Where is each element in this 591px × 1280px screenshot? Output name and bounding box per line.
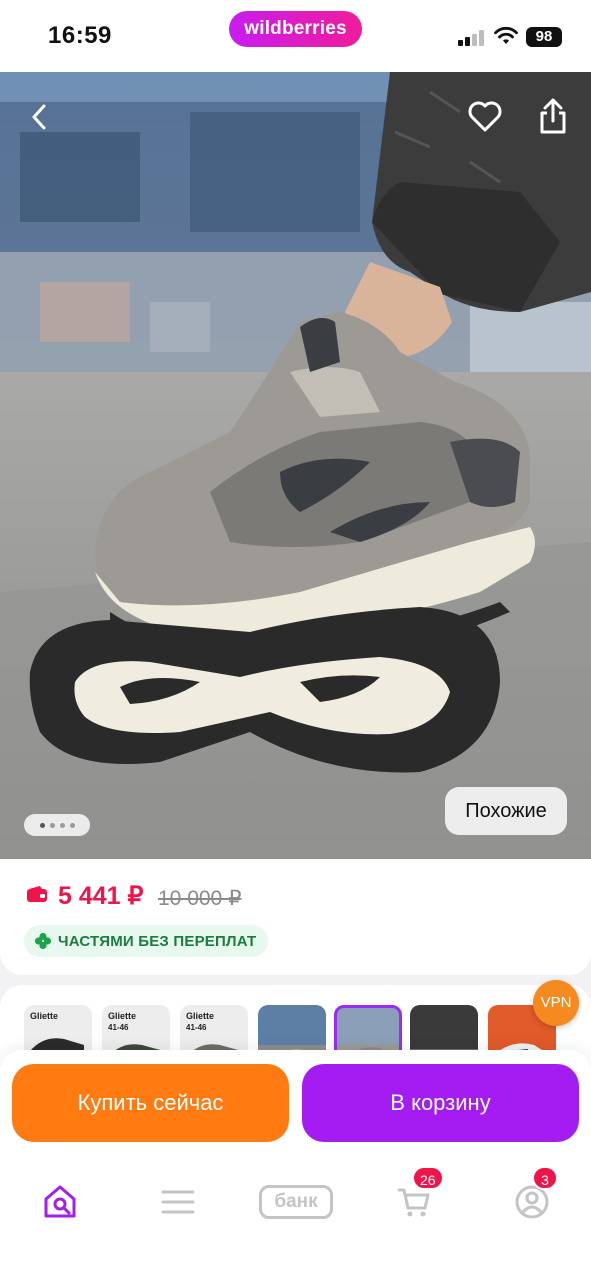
- status-bar: 16:59 wildberries 98: [0, 0, 591, 72]
- chevron-left-icon: [32, 104, 46, 130]
- favorite-button[interactable]: [462, 94, 508, 140]
- gallery-dot: [39, 822, 45, 828]
- back-button[interactable]: [18, 96, 60, 138]
- share-icon: [540, 98, 566, 134]
- heart-icon: [468, 101, 502, 132]
- installment-label: ЧАСТЯМИ БЕЗ ПЕРЕПЛАТ: [58, 932, 257, 950]
- add-to-cart-button[interactable]: В корзину: [302, 1064, 579, 1142]
- bank-icon: банк: [259, 1185, 333, 1219]
- bottom-navigation: банк 26 3: [0, 1160, 591, 1280]
- gallery-page-indicator: [24, 814, 90, 836]
- cellular-signal-icon: [458, 30, 486, 46]
- brand-logo: wildberries: [229, 11, 362, 47]
- price-card: 5 441 ₽ 10 000 ₽ ЧАСТЯМИ БЕЗ ПЕРЕПЛАТ: [0, 859, 591, 975]
- current-price: 5 441 ₽: [58, 882, 144, 910]
- share-button[interactable]: [530, 92, 576, 140]
- nav-home[interactable]: [30, 1172, 90, 1232]
- buy-now-button[interactable]: Купить сейчас: [12, 1064, 289, 1142]
- old-price: 10 000 ₽: [158, 887, 242, 910]
- installment-badge[interactable]: ЧАСТЯМИ БЕЗ ПЕРЕПЛАТ: [24, 925, 269, 957]
- product-page: 16:59 wildberries 98 Похожие 5 441 ₽ 10 …: [0, 0, 591, 1280]
- cart-count-badge: 26: [412, 1166, 444, 1190]
- nav-catalog[interactable]: [148, 1172, 208, 1232]
- wallet-icon: [27, 886, 47, 902]
- vpn-badge[interactable]: VPN: [533, 980, 579, 1026]
- profile-notification-badge: 3: [532, 1166, 558, 1190]
- nav-bank[interactable]: банк: [258, 1172, 334, 1232]
- nav-profile[interactable]: 3: [502, 1166, 562, 1232]
- wifi-icon: [494, 26, 518, 44]
- status-time: 16:59: [48, 22, 112, 49]
- home-search-icon: [44, 1185, 76, 1218]
- product-photo: [0, 72, 591, 859]
- product-image-gallery[interactable]: Похожие: [0, 72, 591, 859]
- nav-cart[interactable]: 26: [384, 1166, 444, 1232]
- gallery-dot: [49, 822, 55, 828]
- gallery-dot: [69, 822, 75, 828]
- clover-icon: [34, 932, 52, 950]
- menu-icon: [161, 1190, 195, 1214]
- gallery-dot: [59, 822, 65, 828]
- similar-products-button[interactable]: Похожие: [445, 787, 567, 835]
- purchase-actions: Купить сейчас В корзину: [0, 1050, 591, 1160]
- battery-indicator: 98: [526, 27, 562, 47]
